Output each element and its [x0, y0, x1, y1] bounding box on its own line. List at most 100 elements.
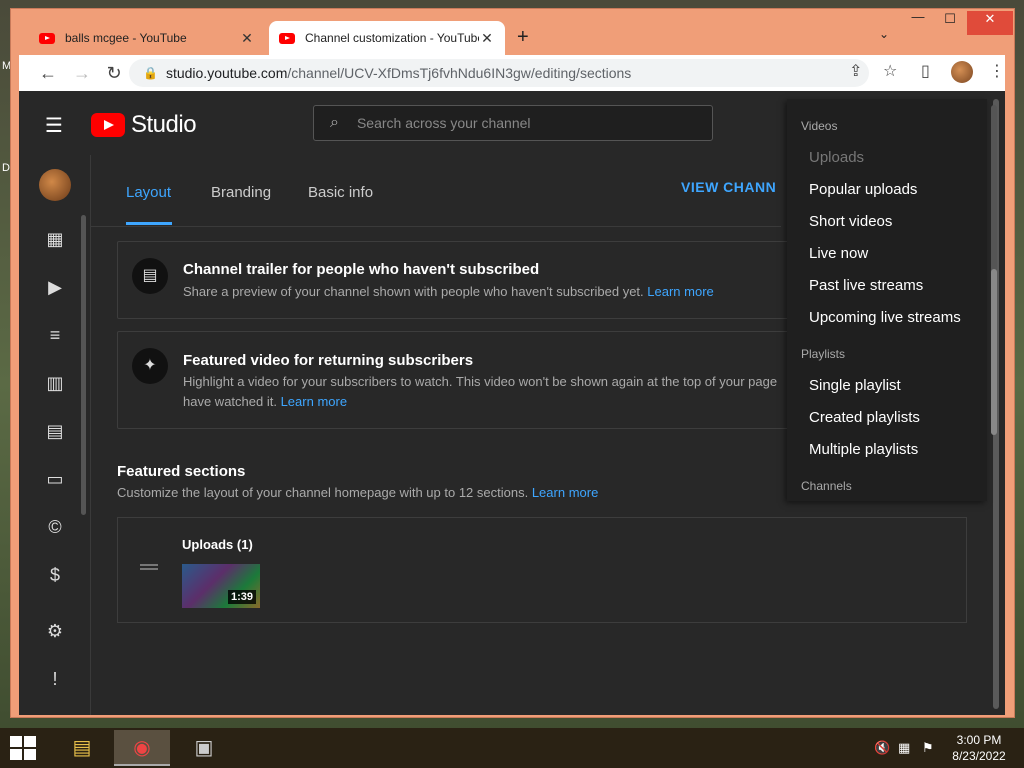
network-icon[interactable]: ▦ [898, 740, 910, 756]
close-tab-icon[interactable]: ✕ [239, 30, 255, 47]
content-icon[interactable]: ▶ [43, 277, 67, 301]
close-window-button[interactable]: ✕ [967, 11, 1013, 35]
share-icon[interactable]: ⇪ [849, 61, 862, 81]
analytics-icon[interactable]: ▥ [43, 373, 67, 397]
video-duration: 1:39 [227, 590, 256, 604]
comments-icon[interactable]: ▤ [43, 421, 67, 445]
url-host: studio.youtube.com [165, 65, 288, 81]
action-center-icon[interactable]: ⚑ [922, 740, 934, 756]
chrome-icon[interactable]: ◉ [114, 730, 170, 766]
menu-item-single-playlist[interactable]: Single playlist [809, 377, 901, 394]
featured-video-learn-more-link[interactable]: Learn more [281, 394, 347, 409]
featured-sections-desc-text: Customize the layout of your channel hom… [117, 485, 529, 500]
drag-handle-icon[interactable] [140, 564, 158, 570]
hamburger-menu-icon[interactable]: ☰ [45, 113, 63, 138]
windows-logo-icon [10, 736, 22, 747]
tab-strip: balls mcgee - YouTube ✕ Channel customiz… [11, 9, 1014, 55]
section-type-dropdown: Videos Uploads Popular uploads Short vid… [787, 99, 987, 501]
windows-taskbar: ▤ ◉ ▣ 🔇 ▦ ⚑ 3:00 PM 8/23/2022 [0, 728, 1024, 768]
clock-time: 3:00 PM [956, 733, 1002, 747]
browser-tab-balls-mcgee[interactable]: balls mcgee - YouTube ✕ [29, 21, 265, 55]
video-thumbnail[interactable]: 1:39 [182, 564, 260, 608]
studio-logo[interactable]: Studio [91, 111, 197, 139]
close-tab-icon[interactable]: ✕ [479, 30, 495, 47]
settings-gear-icon[interactable]: ⚙ [43, 621, 67, 645]
more-options-icon[interactable]: ⋮ [989, 61, 1005, 81]
start-button[interactable] [10, 736, 38, 760]
new-tab-button[interactable]: + [517, 26, 529, 49]
menu-item-short-videos[interactable]: Short videos [809, 213, 892, 230]
trailer-title: Channel trailer for people who haven't s… [183, 261, 540, 278]
windows-logo-icon [10, 749, 22, 760]
search-icon: ⌕ [330, 114, 339, 131]
menu-group-playlists: Playlists [801, 347, 846, 361]
feedback-icon[interactable]: ! [43, 669, 67, 693]
youtube-favicon-icon [279, 32, 295, 44]
featured-video-desc-text: have watched it. [183, 394, 277, 409]
maximize-button[interactable]: ☐ [935, 11, 965, 35]
subtitles-icon[interactable]: ▭ [43, 469, 67, 493]
featured-sections-learn-more-link[interactable]: Learn more [532, 485, 598, 500]
copyright-icon[interactable]: © [43, 517, 67, 541]
featured-video-title: Featured video for returning subscribers [183, 352, 474, 369]
menu-item-live-now[interactable]: Live now [809, 245, 868, 262]
youtube-favicon-icon [39, 32, 55, 44]
tab-search-chevron-icon[interactable]: ⌄ [879, 27, 889, 41]
youtube-logo-icon [91, 113, 125, 137]
menu-item-popular-uploads[interactable]: Popular uploads [809, 181, 917, 198]
back-arrow-icon[interactable]: ← [33, 63, 63, 84]
dashboard-icon[interactable]: ▦ [43, 229, 67, 253]
trailer-learn-more-link[interactable]: Learn more [647, 284, 713, 299]
left-sidebar: ▦ ▶ ≡ ▥ ▤ ▭ © $ ⚙ ! [19, 155, 91, 715]
bookmark-star-icon[interactable]: ☆ [883, 61, 897, 81]
youtube-studio: ☰ Studio ⌕ Search across your channel ▦ … [19, 91, 1005, 715]
browser-tab-channel-customization[interactable]: Channel customization - YouTube Studio ✕ [269, 21, 505, 55]
menu-item-uploads: Uploads [809, 149, 865, 166]
address-bar[interactable]: 🔒 studio.youtube.com/channel/UCV-XfDmsTj… [129, 59, 869, 87]
search-input[interactable]: ⌕ Search across your channel [313, 105, 713, 141]
browser-window: balls mcgee - YouTube ✕ Channel customiz… [10, 8, 1015, 718]
menu-group-videos: Videos [801, 119, 838, 133]
browser-toolbar: ← → ↻ 🔒 studio.youtube.com/channel/UCV-X… [19, 55, 1005, 91]
tab-branding[interactable]: Branding [211, 184, 271, 201]
uploads-section-card: Uploads (1) 1:39 [117, 517, 967, 623]
app-icon[interactable]: ▣ [176, 730, 232, 766]
featured-video-icon: ✦ [132, 348, 168, 384]
search-placeholder: Search across your channel [356, 115, 531, 131]
view-channel-link[interactable]: VIEW CHANNEL [681, 179, 777, 195]
channel-avatar[interactable] [39, 169, 71, 201]
earn-icon[interactable]: $ [43, 565, 67, 589]
film-icon: ▤ [132, 258, 168, 294]
profile-avatar[interactable] [951, 61, 973, 83]
menu-group-channels: Channels [801, 479, 852, 493]
side-panel-icon[interactable]: ▯ [921, 61, 930, 81]
file-explorer-icon[interactable]: ▤ [54, 730, 110, 766]
playlists-icon[interactable]: ≡ [43, 325, 67, 349]
menu-item-created-playlists[interactable]: Created playlists [809, 409, 920, 426]
logo-text: Studio [131, 111, 197, 138]
tab-basic-info[interactable]: Basic info [308, 184, 373, 201]
menu-scrollbar-thumb[interactable] [991, 269, 997, 435]
tab-layout[interactable]: Layout [126, 184, 171, 201]
featured-sections-description: Customize the layout of your channel hom… [117, 485, 598, 500]
menu-item-past-live-streams[interactable]: Past live streams [809, 277, 923, 294]
sidebar-scrollbar[interactable] [81, 215, 86, 515]
featured-sections-title: Featured sections [117, 463, 246, 480]
lock-icon: 🔒 [143, 66, 158, 80]
trailer-description: Share a preview of your channel shown wi… [183, 282, 803, 302]
uploads-section-title: Uploads (1) [182, 537, 253, 552]
volume-muted-icon[interactable]: 🔇 [874, 740, 890, 756]
minimize-button[interactable]: — [903, 9, 933, 33]
clock-date: 8/23/2022 [952, 749, 1006, 763]
reload-icon[interactable]: ↻ [99, 63, 129, 84]
active-tab-underline [126, 222, 172, 225]
system-clock[interactable]: 3:00 PM 8/23/2022 [944, 732, 1014, 764]
tab-title: Channel customization - YouTube Studio [305, 31, 479, 45]
menu-item-upcoming-live-streams[interactable]: Upcoming live streams [809, 309, 961, 326]
windows-logo-icon [24, 749, 36, 760]
windows-logo-icon [24, 736, 36, 747]
menu-item-multiple-playlists[interactable]: Multiple playlists [809, 441, 918, 458]
tab-title: balls mcgee - YouTube [65, 31, 187, 45]
featured-video-desc-line1: Highlight a video for your subscribers t… [183, 374, 778, 389]
forward-arrow-icon[interactable]: → [67, 63, 97, 84]
